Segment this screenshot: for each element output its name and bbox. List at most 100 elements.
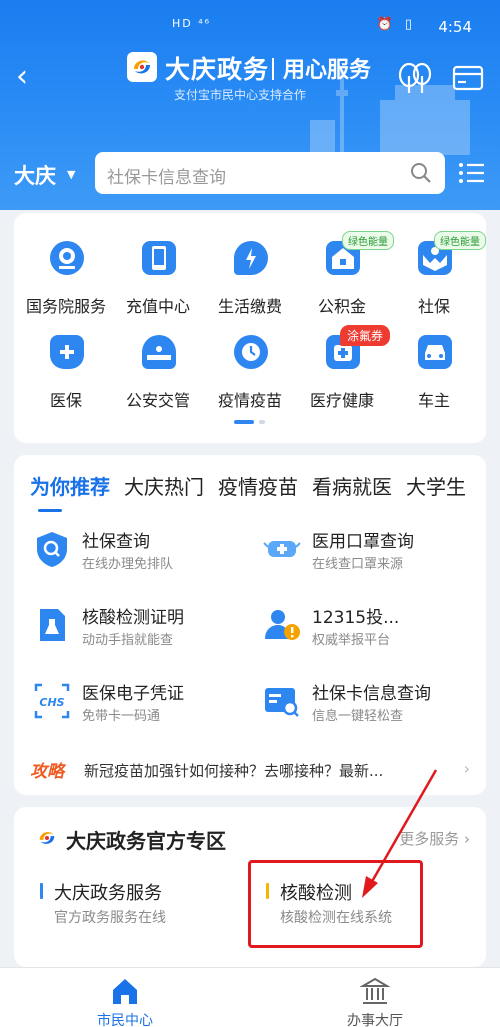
caret-down-icon[interactable]: ▼	[67, 168, 75, 181]
card-search-icon	[265, 688, 299, 717]
grid-item-vaccine[interactable]: 疫情疫苗	[200, 325, 300, 415]
tab-for-you[interactable]: 为你推荐	[30, 471, 110, 500]
nav-label: 市民中心	[97, 1013, 153, 1027]
car-owner-icon	[418, 335, 452, 369]
svg-text:CHS: CHS	[39, 696, 64, 709]
service-item-mask-query[interactable]: 医用口罩查询 在线查口罩来源	[244, 523, 464, 583]
nav-citizen-center[interactable]: 市民中心	[0, 968, 250, 1027]
card-wallet-icon[interactable]	[452, 64, 484, 92]
complaint-icon	[265, 610, 300, 640]
chs-card-icon: CHS	[34, 683, 70, 719]
service-desc: 在线办理免排队	[82, 557, 174, 572]
brand-divider	[272, 58, 274, 80]
city-selector[interactable]: 大庆	[14, 160, 56, 190]
brand-name: 大庆政务	[165, 55, 270, 84]
grid-label: 车主	[417, 391, 450, 410]
shield-search-icon	[37, 532, 67, 567]
service-item-social-query[interactable]: 社保查询 在线办理免排队	[14, 523, 234, 583]
app-logo	[127, 52, 157, 82]
pager-active-dot	[234, 420, 254, 424]
service-title: 12315投...	[312, 608, 400, 628]
medical-insurance-icon	[50, 335, 84, 369]
green-energy-badge: 绿色能量	[434, 231, 486, 250]
clock: 4:54	[438, 18, 472, 36]
search-box[interactable]: 社保卡信息查询	[95, 152, 445, 194]
status-icons: ⏰ ▯	[376, 17, 416, 32]
service-desc: 信息一键轻松查	[312, 709, 404, 724]
service-title: 医保电子凭证	[82, 684, 184, 704]
chevron-right-icon: ›	[463, 759, 470, 778]
grid-label: 国务院服务	[25, 297, 106, 316]
search-placeholder: 社保卡信息查询	[107, 168, 226, 188]
grid-item-medical-insurance[interactable]: 医保	[16, 325, 116, 415]
home-icon	[113, 979, 137, 1004]
service-title: 社保查询	[82, 532, 150, 552]
service-item-social-card-query[interactable]: 社保卡信息查询 信息一键轻松查	[244, 675, 464, 735]
lab-report-icon	[40, 609, 65, 641]
zone-title: 大庆政务官方专区	[66, 829, 226, 853]
grid-label: 医保	[49, 391, 82, 410]
service-grid-panel: 国务院服务 充值中心 生活缴费 公积金 绿色能量 社保 绿色能量 医保 公安交管…	[14, 213, 486, 443]
zone-item-gov-service[interactable]: 大庆政务服务 官方政务服务在线	[40, 867, 250, 947]
service-desc: 免带卡一码通	[82, 709, 161, 724]
grid-label: 生活缴费	[217, 297, 282, 316]
grid-item-car-owner[interactable]: 车主	[384, 325, 484, 415]
nav-service-hall[interactable]: 办事大厅	[250, 968, 500, 1027]
grid-label: 医疗健康	[309, 391, 374, 410]
logo-swirl-icon	[134, 60, 150, 74]
zone-item-desc: 官方政务服务在线	[54, 910, 166, 926]
zone-item-title: 大庆政务服务	[54, 883, 162, 904]
status-bar: HD ⁴⁶ ⏰ ▯ 4:54	[0, 0, 500, 50]
annotation-highlight-box	[248, 860, 423, 948]
tab-active-indicator	[38, 509, 62, 512]
strategy-banner[interactable]: 攻略 新冠疫苗加强针如何接种？去哪接种？最新... ›	[30, 755, 470, 785]
more-services-label: 更多服务	[399, 830, 460, 848]
tab-daqing-hot[interactable]: 大庆热门	[124, 471, 204, 500]
grid-item-police-traffic[interactable]: 公安交管	[108, 325, 208, 415]
brand-slogan: 用心服务	[283, 58, 372, 83]
fluoride-coupon-badge: 涂氟券	[340, 325, 391, 346]
police-traffic-icon	[142, 335, 176, 369]
grid-item-recharge[interactable]: 充值中心	[108, 231, 208, 321]
strategy-text: 新冠疫苗加强针如何接种？去哪接种？最新...	[84, 762, 384, 780]
service-item-nucleic-cert[interactable]: 核酸检测证明 动动手指就能查	[14, 599, 234, 659]
back-button[interactable]: ‹	[16, 62, 40, 92]
search-icon[interactable]	[409, 161, 433, 185]
service-title: 核酸检测证明	[82, 608, 184, 628]
state-council-icon	[50, 241, 84, 275]
utility-payment-icon	[234, 241, 268, 275]
service-title: 社保卡信息查询	[312, 684, 431, 704]
grid-label: 公安交管	[125, 391, 190, 410]
header-banner: HD ⁴⁶ ⏰ ▯ 4:54 ‹ 大庆政务 用心服务 支付宝市民中心支持合作 大…	[0, 0, 500, 210]
zone-accent-bar	[40, 883, 43, 899]
grid-item-state-council[interactable]: 国务院服务	[16, 231, 116, 321]
service-desc: 在线查口罩来源	[312, 557, 404, 572]
grid-label: 充值中心	[125, 297, 190, 316]
tab-epidemic-vaccine[interactable]: 疫情疫苗	[218, 471, 298, 500]
logo-swirl-icon	[39, 832, 55, 844]
strategy-tag: 攻略	[30, 762, 64, 782]
more-services-link[interactable]: 更多服务 ›	[399, 828, 470, 849]
grid-label: 社保	[417, 297, 450, 316]
service-title: 医用口罩查询	[312, 532, 414, 552]
nav-label: 办事大厅	[347, 1013, 403, 1027]
tab-medical[interactable]: 看病就医	[312, 471, 392, 500]
vaccine-icon	[234, 335, 268, 369]
phone-recharge-icon	[142, 241, 176, 275]
green-tree-icon[interactable]	[397, 62, 433, 94]
network-indicator: HD ⁴⁶	[172, 17, 212, 30]
government-hall-icon	[360, 977, 390, 1004]
brand-subtitle: 支付宝市民中心支持合作	[174, 88, 307, 102]
service-item-medical-voucher[interactable]: CHS 医保电子凭证 免带卡一码通	[14, 675, 234, 735]
menu-list-icon[interactable]	[458, 161, 486, 185]
service-item-12315[interactable]: 12315投... 权威举报平台	[244, 599, 464, 659]
tab-college[interactable]: 大学生	[406, 471, 466, 500]
pager-dot[interactable]	[259, 420, 265, 424]
service-desc: 动动手指就能查	[82, 633, 174, 648]
grid-item-utility[interactable]: 生活缴费	[200, 231, 300, 321]
mask-icon	[263, 541, 301, 557]
grid-label: 疫情疫苗	[217, 391, 282, 410]
bottom-nav: 市民中心 办事大厅	[0, 967, 500, 1027]
recommend-panel: 为你推荐 大庆热门 疫情疫苗 看病就医 大学生 社保查询 在线办理免排队 医用口…	[14, 455, 486, 795]
service-desc: 权威举报平台	[312, 633, 391, 648]
